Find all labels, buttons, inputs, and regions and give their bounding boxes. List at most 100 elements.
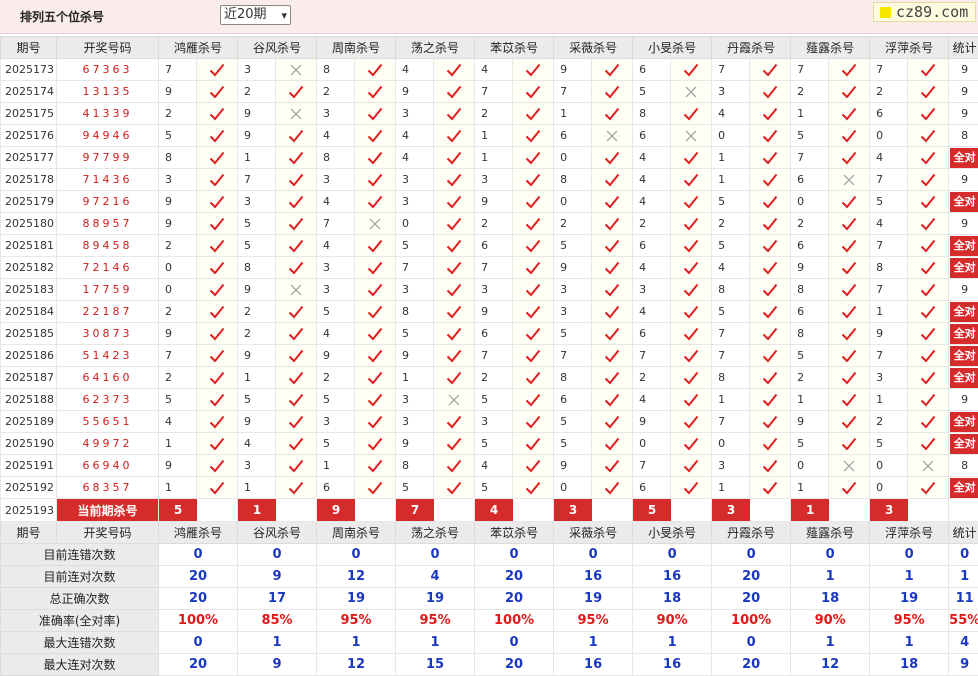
check-icon	[592, 191, 633, 213]
kill-number-cell: 2	[475, 213, 513, 235]
check-icon	[750, 257, 791, 279]
kill-number-cell: 1	[317, 455, 355, 477]
draw-number-cell: 88957	[57, 213, 159, 235]
table-row: 20251831775909333338879	[1, 279, 978, 301]
stats-value: 20	[712, 566, 791, 588]
check-icon	[592, 389, 633, 411]
period-cell: 2025176	[1, 125, 57, 147]
col-expert-header: 浮萍杀号	[870, 37, 949, 59]
cross-icon	[355, 213, 396, 235]
kill-number-cell: 4	[396, 59, 434, 81]
stats-row: 目前连错次数00000000000	[1, 544, 978, 566]
cross-icon	[842, 459, 856, 473]
table-row: 2025189556514933359792全对	[1, 411, 978, 433]
period-cell: 2025188	[1, 389, 57, 411]
stats-value: 85%	[238, 610, 317, 632]
kill-number-cell: 4	[475, 455, 513, 477]
current-kill-number: 1	[238, 499, 276, 521]
kill-number-cell: 2	[475, 367, 513, 389]
kill-number-cell: 9	[554, 59, 592, 81]
check-icon	[288, 85, 304, 99]
check-icon	[525, 415, 541, 429]
period-cell: 2025191	[1, 455, 57, 477]
check-icon	[288, 173, 304, 187]
kill-number-cell: 4	[317, 235, 355, 257]
check-icon	[592, 433, 633, 455]
check-icon	[829, 257, 870, 279]
draw-number-cell: 17759	[57, 279, 159, 301]
check-icon	[762, 151, 778, 165]
check-icon	[355, 125, 396, 147]
check-icon	[671, 389, 712, 411]
check-icon	[209, 393, 225, 407]
check-icon	[525, 107, 541, 121]
check-icon	[525, 195, 541, 209]
kill-number-cell: 8	[396, 455, 434, 477]
period-cell: 2025192	[1, 477, 57, 499]
total-cell: 9	[949, 103, 978, 125]
check-icon	[592, 477, 633, 499]
check-icon	[908, 301, 949, 323]
check-icon	[355, 169, 396, 191]
stats-value: 20	[159, 588, 238, 610]
col-expert-header: 丹霞杀号	[712, 37, 791, 59]
check-icon	[276, 169, 317, 191]
check-icon	[683, 393, 699, 407]
stats-value: 20	[475, 588, 554, 610]
check-icon	[513, 81, 554, 103]
total-cell: 全对	[949, 367, 978, 389]
check-icon	[750, 147, 791, 169]
check-icon	[604, 85, 620, 99]
kill-number-cell: 8	[712, 367, 750, 389]
check-icon	[592, 345, 633, 367]
site-logo[interactable]: cz89.com	[873, 2, 976, 22]
check-icon	[671, 213, 712, 235]
kill-number-cell: 4	[633, 301, 671, 323]
check-icon	[276, 213, 317, 235]
check-icon	[762, 371, 778, 385]
period-cell: 2025175	[1, 103, 57, 125]
check-icon	[197, 147, 238, 169]
check-icon	[750, 125, 791, 147]
cross-icon	[368, 217, 382, 231]
current-kill-number: 3	[554, 499, 592, 521]
check-icon	[671, 433, 712, 455]
kill-number-table: 期号开奖号码鸿雁杀号谷风杀号周南杀号荡之杀号苯苡杀号采薇杀号小旻杀号丹霞杀号薤露…	[0, 36, 978, 676]
check-icon	[197, 81, 238, 103]
check-icon	[908, 81, 949, 103]
kill-number-cell: 3	[396, 191, 434, 213]
table-row: 2025186514237999777757全对	[1, 345, 978, 367]
check-icon	[592, 411, 633, 433]
stats-value: 100%	[159, 610, 238, 632]
kill-number-cell: 3	[396, 389, 434, 411]
check-icon	[829, 477, 870, 499]
kill-number-cell: 2	[159, 301, 197, 323]
period-cell: 2025173	[1, 59, 57, 81]
check-icon	[908, 103, 949, 125]
all-correct-badge: 全对	[950, 368, 978, 388]
kill-number-cell: 2	[238, 301, 276, 323]
check-icon	[683, 173, 699, 187]
kill-number-cell: 1	[712, 477, 750, 499]
period-range-select[interactable]: 近20期 ▾	[220, 5, 291, 25]
check-icon	[920, 437, 936, 451]
current-kill-number: 5	[633, 499, 671, 521]
check-icon	[197, 59, 238, 81]
check-icon	[525, 459, 541, 473]
stats-label: 目前连错次数	[1, 544, 159, 566]
check-icon	[671, 411, 712, 433]
kill-number-cell: 3	[396, 169, 434, 191]
kill-number-cell: 2	[870, 411, 908, 433]
col-expert-header: 小旻杀号	[633, 37, 712, 59]
kill-number-cell: 2	[633, 367, 671, 389]
col-expert-header: 苯苡杀号	[475, 522, 554, 544]
col-expert-header: 小旻杀号	[633, 522, 712, 544]
kill-number-cell: 7	[475, 81, 513, 103]
check-icon	[276, 367, 317, 389]
check-icon	[750, 367, 791, 389]
kill-number-cell: 7	[870, 279, 908, 301]
check-icon	[276, 411, 317, 433]
kill-number-cell: 9	[396, 345, 434, 367]
check-icon	[513, 411, 554, 433]
check-icon	[671, 345, 712, 367]
